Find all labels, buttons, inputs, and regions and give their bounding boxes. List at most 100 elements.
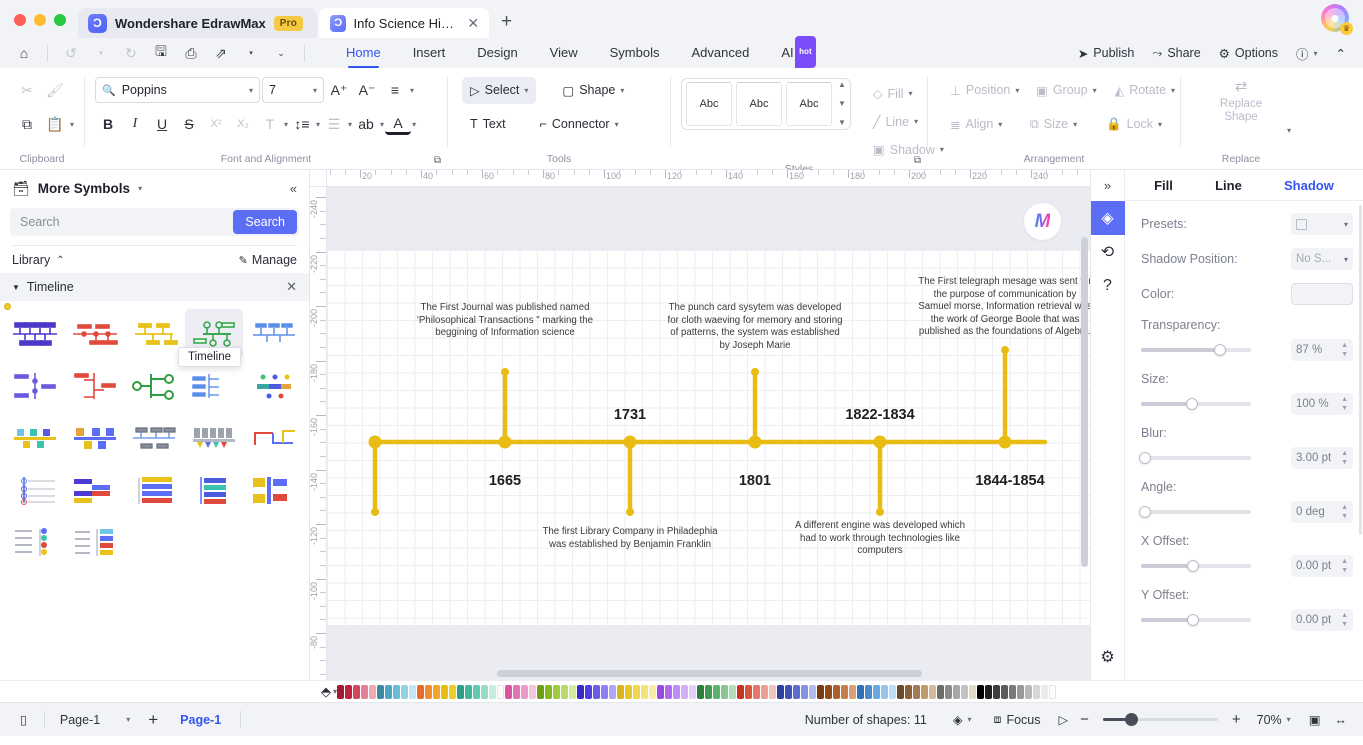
presets-dropdown[interactable]: ▾ — [1291, 213, 1353, 235]
diagram-page[interactable]: M The First Journal was published named … — [327, 203, 1090, 625]
close-tab-icon[interactable]: ✕ — [465, 16, 481, 30]
export-dropdown-icon[interactable]: ▾ — [237, 41, 265, 65]
align-button[interactable]: ≣ Align ▾ — [942, 111, 1020, 138]
milestone-text-5[interactable]: The First telegraph mesage was sent for … — [917, 276, 1090, 339]
chevron-down-icon[interactable]: ▾ — [380, 120, 384, 129]
zoom-out-button[interactable]: − — [1076, 711, 1093, 728]
rotate-button[interactable]: ◭ Rotate ▾ — [1107, 77, 1183, 104]
symbol-thumb[interactable] — [126, 309, 184, 359]
tab-advanced[interactable]: Advanced — [675, 38, 765, 68]
size-slider[interactable] — [1141, 398, 1251, 410]
color-swatch[interactable] — [489, 684, 497, 699]
color-swatch[interactable] — [777, 684, 785, 699]
size-button[interactable]: ⧉ Size ▾ — [1022, 111, 1096, 138]
color-swatch[interactable] — [673, 684, 681, 699]
chevron-down-icon[interactable]: ▾ — [412, 120, 416, 129]
color-swatch[interactable] — [585, 684, 593, 699]
chevron-up-icon[interactable]: ⌃ — [56, 255, 64, 266]
color-swatch[interactable] — [945, 684, 953, 699]
color-swatch[interactable] — [793, 684, 801, 699]
save-icon[interactable]: 🖫 — [147, 41, 175, 65]
help-rail-icon[interactable]: ? — [1091, 269, 1125, 303]
tab-insert[interactable]: Insert — [397, 38, 462, 68]
color-swatch[interactable] — [697, 684, 705, 699]
undo-icon[interactable]: ↺ — [57, 41, 85, 65]
fill-style-rail-icon[interactable]: ◈ — [1090, 201, 1125, 235]
color-swatch[interactable] — [633, 684, 641, 699]
milestone-year-1[interactable]: 1665 — [450, 473, 560, 489]
symbol-thumb[interactable] — [6, 309, 64, 359]
tab-shadow[interactable]: Shadow — [1284, 178, 1334, 193]
color-swatch[interactable] — [409, 684, 417, 699]
subscript-icon[interactable]: X₂ — [230, 111, 256, 137]
color-swatch[interactable] — [985, 684, 993, 699]
canvas-vertical-scrollbar[interactable] — [1081, 237, 1088, 567]
color-swatch[interactable] — [889, 684, 897, 699]
underline-icon[interactable]: U — [149, 111, 175, 137]
share-button[interactable]: ⤳ Share — [1145, 43, 1207, 64]
color-swatch[interactable] — [801, 684, 809, 699]
chevron-down-icon[interactable]: ▾ — [249, 86, 253, 95]
stepper-icon[interactable]: ▲ ▼ — [1341, 342, 1348, 358]
color-swatch[interactable] — [761, 684, 769, 699]
y-offset-slider[interactable] — [1141, 614, 1251, 626]
color-swatch[interactable] — [937, 684, 945, 699]
milestone-text-1[interactable]: The First Journal was published named 'P… — [417, 302, 593, 340]
color-swatch[interactable] — [641, 684, 649, 699]
paste-icon[interactable]: 📋 — [42, 111, 68, 137]
color-swatch[interactable] — [849, 684, 857, 699]
color-swatch[interactable] — [577, 684, 585, 699]
font-dialog-launcher-icon[interactable]: ⧉ — [434, 155, 441, 166]
close-window-button[interactable] — [14, 14, 26, 26]
color-swatch[interactable] — [961, 684, 969, 699]
shadow-color-swatch[interactable] — [1291, 283, 1353, 305]
blur-value-input[interactable]: 3.00 pt ▲ ▼ — [1291, 447, 1353, 469]
milestone-year-4[interactable]: 1822-1834 — [820, 407, 940, 423]
color-swatch[interactable] — [785, 684, 793, 699]
manage-button[interactable]: ✎ Manage — [239, 253, 297, 267]
milestone-text-3[interactable]: The punch card sysytem was developed for… — [667, 302, 843, 352]
color-swatch[interactable] — [417, 684, 425, 699]
expand-panel-icon[interactable]: » — [1104, 170, 1111, 201]
decrease-font-size-icon[interactable]: A⁻ — [354, 77, 380, 103]
transparency-value-input[interactable]: 87 % ▲ ▼ — [1291, 339, 1353, 361]
increase-font-size-icon[interactable]: A⁺ — [326, 77, 352, 103]
stepper-icon[interactable]: ▲ ▼ — [1341, 450, 1348, 466]
color-swatch[interactable] — [729, 684, 737, 699]
color-swatch[interactable] — [705, 684, 713, 699]
tab-view[interactable]: View — [534, 38, 594, 68]
chevron-down-icon[interactable]: ▾ — [316, 120, 320, 129]
tab-fill[interactable]: Fill — [1154, 178, 1173, 193]
color-swatch[interactable] — [809, 684, 817, 699]
symbol-thumb[interactable] — [6, 517, 64, 567]
symbol-thumb[interactable] — [66, 413, 124, 463]
styles-spinner[interactable]: ▲ ▼ ▼ — [838, 81, 846, 127]
color-swatch[interactable] — [865, 684, 873, 699]
symbol-thumb[interactable] — [66, 465, 124, 515]
x-offset-slider[interactable] — [1141, 560, 1251, 572]
redo-icon[interactable]: ↻ — [117, 41, 145, 65]
undo-dropdown-icon[interactable]: ▾ — [87, 41, 115, 65]
symbol-thumb[interactable] — [245, 465, 303, 515]
maximize-window-button[interactable] — [54, 14, 66, 26]
copy-icon[interactable]: ⧉ — [14, 111, 40, 137]
color-swatch[interactable] — [569, 684, 577, 699]
paragraph-align-icon[interactable]: ≡ — [382, 77, 408, 103]
color-swatch[interactable] — [625, 684, 633, 699]
y-offset-value-input[interactable]: 0.00 pt ▲ ▼ — [1291, 609, 1353, 631]
color-swatch[interactable] — [737, 684, 745, 699]
symbol-thumb[interactable] — [6, 465, 64, 515]
milestone-text-2[interactable]: The first Library Company in Philadephia… — [542, 526, 718, 551]
italic-icon[interactable]: I — [122, 111, 148, 137]
milestone-year-5[interactable]: 1844-1854 — [945, 473, 1075, 489]
color-swatch[interactable] — [657, 684, 665, 699]
color-swatch[interactable] — [841, 684, 849, 699]
color-swatch[interactable] — [497, 684, 505, 699]
home-icon[interactable]: ⌂ — [10, 41, 38, 65]
style-sample-3[interactable]: Abc — [786, 82, 832, 126]
color-swatch[interactable] — [681, 684, 689, 699]
font-family-input[interactable]: 🔍 Poppins ▾ — [95, 77, 260, 103]
position-button[interactable]: ⊥ Position ▾ — [942, 77, 1026, 104]
color-swatch[interactable] — [857, 684, 865, 699]
cut-icon[interactable]: ✂ — [14, 77, 40, 103]
